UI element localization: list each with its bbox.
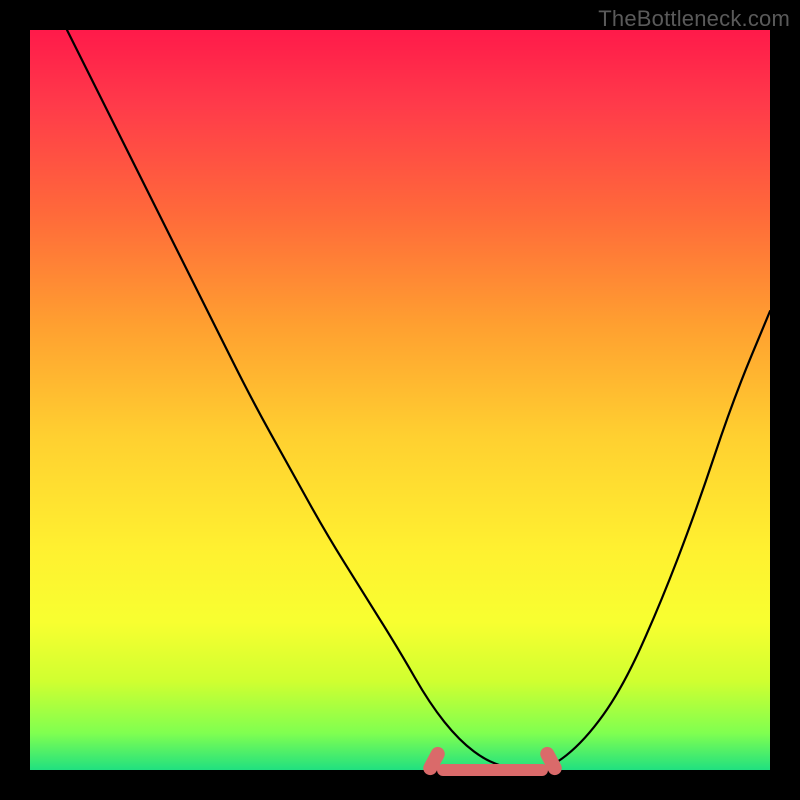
- flat-region-marker: [437, 764, 548, 776]
- bottleneck-curve-path: [67, 30, 770, 770]
- chart-container: TheBottleneck.com: [0, 0, 800, 800]
- plot-area: [30, 30, 770, 770]
- curve-svg: [30, 30, 770, 770]
- watermark-text: TheBottleneck.com: [598, 6, 790, 32]
